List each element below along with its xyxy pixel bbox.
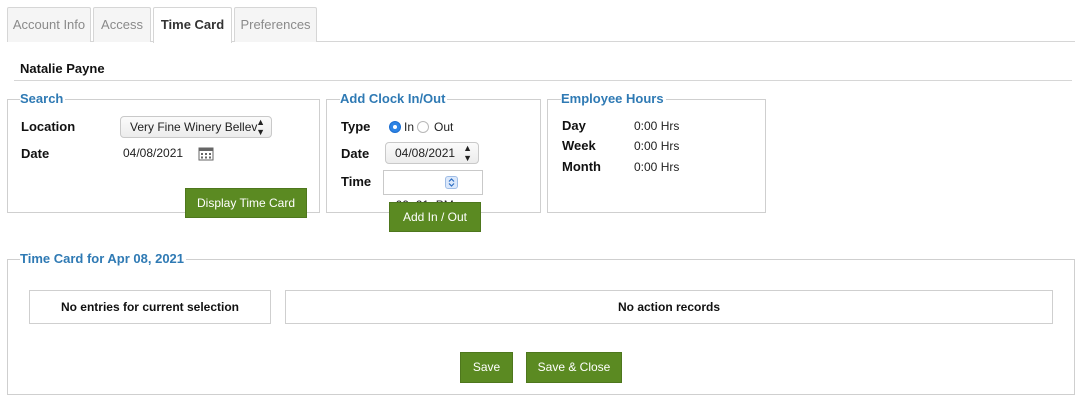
display-time-card-button[interactable]: Display Time Card [185,188,307,218]
radio-in[interactable] [389,121,401,133]
radio-in-label: In [404,120,415,134]
divider [14,80,1072,81]
radio-out[interactable] [417,121,429,133]
tab-preferences[interactable]: Preferences [234,7,317,42]
employee-name: Natalie Payne [20,61,105,76]
type-label: Type [341,119,371,134]
radio-out-label: Out [434,120,454,134]
chevron-updown-icon: ▲ ▼ [463,143,472,163]
save-button[interactable]: Save [460,352,513,383]
date-input[interactable]: 04/08/2021 [120,143,194,165]
hours-label-week: Week [562,138,596,153]
clock-date-select[interactable]: 04/08/2021 ▲ ▼ [385,142,479,164]
location-label: Location [21,119,76,134]
chevron-updown-icon: ▲ ▼ [256,117,265,137]
location-select[interactable]: Very Fine Winery Bellev ▲ ▼ [120,116,272,138]
hours-label-day: Day [562,118,586,133]
entries-panel: No entries for current selection [29,290,271,324]
hours-value-day: 0:00 Hrs [634,119,680,133]
time-card-legend: Time Card for Apr 08, 2021 [20,251,187,267]
stepper-icon [448,178,455,187]
tab-time-card[interactable]: Time Card [153,7,232,43]
clock-date-value: 04/08/2021 [395,146,456,160]
actions-panel: No action records [285,290,1053,324]
add-clock-legend: Add Clock In/Out [340,91,448,107]
hours-value-week: 0:00 Hrs [634,139,680,153]
clock-date-label: Date [341,146,370,161]
tab-account-info[interactable]: Account Info [7,7,91,42]
search-legend: Search [20,91,66,107]
date-label: Date [21,146,50,161]
employee-hours-fieldset [547,99,766,213]
tab-access[interactable]: Access [93,7,151,42]
no-entries-text: No entries for current selection [60,300,240,314]
no-actions-text: No action records [617,300,721,314]
location-select-value: Very Fine Winery Bellev [130,120,258,134]
time-stepper[interactable] [445,176,458,189]
hours-label-month: Month [562,159,601,174]
save-close-button[interactable]: Save & Close [526,352,622,383]
hours-value-month: 0:00 Hrs [634,160,680,174]
calendar-icon[interactable] [198,146,214,161]
employee-hours-legend: Employee Hours [561,91,666,107]
add-in-out-button[interactable]: Add In / Out [389,202,481,232]
time-input[interactable]: 09 :21 PM [383,170,483,212]
time-label: Time [341,174,372,189]
